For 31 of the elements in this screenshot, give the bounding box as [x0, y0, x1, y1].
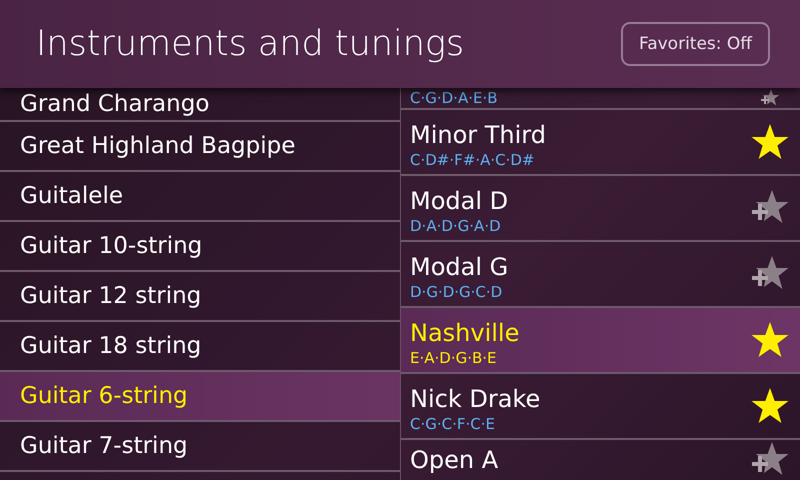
tuning-notes: C·G·D·A·E·B: [410, 88, 498, 108]
tuning-name: Modal G: [410, 252, 508, 282]
star-icon[interactable]: [750, 122, 790, 162]
favorites-button[interactable]: Favorites: Off: [620, 22, 770, 66]
tuning-name: Nashville: [410, 318, 520, 348]
tuning-item[interactable]: Modal D D·A·D·G·A·D: [401, 176, 800, 242]
tuning-item[interactable]: Open A: [401, 440, 800, 480]
tuning-notes: C·G·C·F·C·E: [410, 414, 496, 434]
tuning-name: Open A: [410, 445, 498, 475]
tuning-notes: C·D#·F#·A·C·D#: [410, 150, 536, 170]
page-title: Instruments and tunings: [36, 24, 464, 64]
instrument-item[interactable]: Guitalele: [0, 172, 400, 222]
instrument-item[interactable]: Great Highland Bagpipe: [0, 122, 400, 172]
tuning-notes: D·A·D·G·A·D: [410, 216, 502, 236]
instrument-item[interactable]: Guitar 12 string: [0, 272, 400, 322]
add-star-icon[interactable]: [760, 88, 780, 108]
tuning-name: Nick Drake: [410, 384, 540, 414]
tuning-item[interactable]: Minor Third C·D#·F#·A·C·D#: [401, 110, 800, 176]
star-icon[interactable]: [750, 386, 790, 426]
tuning-item[interactable]: C·G·D·A·E·B: [401, 88, 800, 110]
tuning-item[interactable]: Nashville E·A·D·G·B·E: [401, 308, 800, 374]
instrument-item[interactable]: Grand Charango: [0, 88, 400, 122]
instrument-item[interactable]: Guitar 10-string: [0, 222, 400, 272]
tuning-item[interactable]: Nick Drake C·G·C·F·C·E: [401, 374, 800, 440]
tuning-name: Modal D: [410, 186, 508, 216]
tuning-notes: E·A·D·G·B·E: [410, 348, 498, 368]
tuning-name: Minor Third: [410, 120, 546, 150]
star-icon[interactable]: [750, 320, 790, 360]
tuning-notes: D·G·D·G·C·D: [410, 282, 504, 302]
instrument-item[interactable]: Guitar 6-string: [0, 372, 400, 422]
instrument-item[interactable]: Guitar 7-string: [0, 422, 400, 472]
